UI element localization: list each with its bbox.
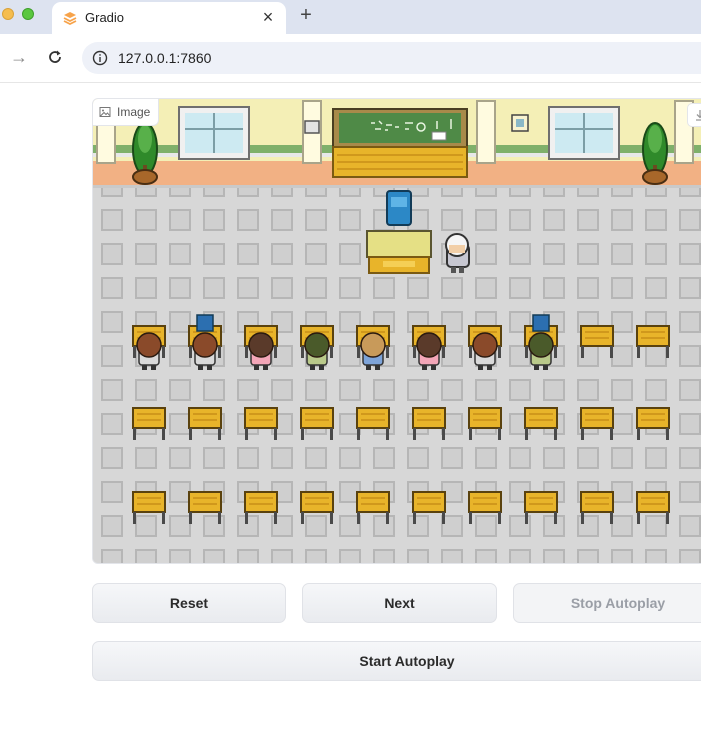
minimize-window-button[interactable] (2, 8, 14, 20)
student-character (528, 314, 554, 370)
url-text: 127.0.0.1:7860 (118, 50, 212, 66)
chalkboard (332, 108, 468, 178)
start-autoplay-button[interactable]: Start Autoplay (92, 641, 701, 681)
right-window (548, 106, 620, 160)
browser-toolbar: → 127.0.0.1:7860 (0, 34, 701, 83)
browser-tab-strip: Gradio × + (0, 0, 701, 34)
left-potted-plant (132, 122, 158, 185)
reload-icon[interactable] (45, 47, 65, 67)
stop-autoplay-button[interactable]: Stop Autoplay (513, 583, 701, 623)
teacher-chair (386, 190, 412, 226)
student-character (248, 332, 274, 370)
next-button[interactable]: Next (302, 583, 497, 623)
image-label: Image (93, 99, 160, 126)
image-label-text: Image (117, 105, 151, 119)
info-icon[interactable] (92, 50, 108, 66)
student-character (360, 332, 386, 370)
tab-title: Gradio (85, 10, 125, 25)
student-character (136, 332, 162, 370)
browser-tab[interactable]: Gradio × (52, 2, 286, 34)
teacher-desk (366, 230, 432, 274)
student-character (304, 332, 330, 370)
light-switch (304, 120, 320, 134)
new-tab-button[interactable]: + (296, 4, 316, 26)
student-character (192, 314, 218, 370)
download-button[interactable] (687, 103, 701, 127)
teacher-character (445, 233, 470, 273)
image-icon (99, 107, 111, 117)
image-output-panel: Image (92, 98, 701, 564)
student-character (416, 332, 442, 370)
right-potted-plant (642, 122, 668, 185)
left-window (178, 106, 250, 160)
classroom-scene (93, 99, 701, 563)
address-bar[interactable]: 127.0.0.1:7860 (82, 42, 701, 74)
close-tab-icon[interactable]: × (258, 6, 278, 28)
gradio-logo-icon (63, 12, 77, 26)
download-icon (696, 110, 701, 121)
forward-icon[interactable]: → (9, 47, 29, 67)
maximize-window-button[interactable] (22, 8, 34, 20)
student-character (472, 332, 498, 370)
reset-button[interactable]: Reset (92, 583, 286, 623)
